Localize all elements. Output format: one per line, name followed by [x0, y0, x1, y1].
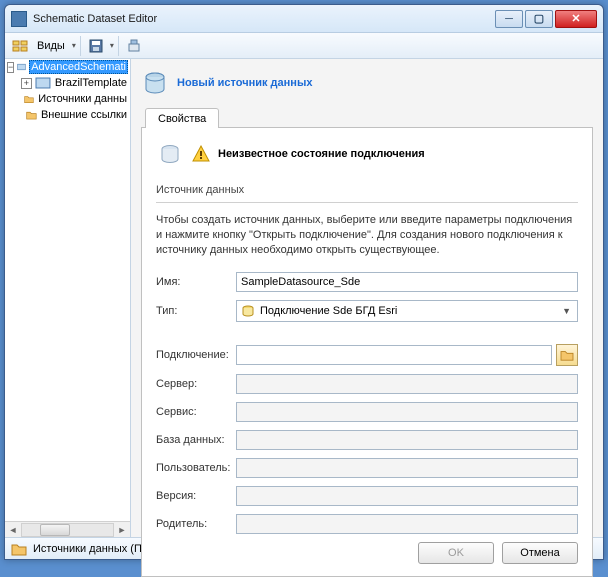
select-type[interactable]: Подключение Sde БГД Esri ▼ — [236, 300, 578, 322]
label-version: Версия: — [156, 490, 236, 502]
label-type: Тип: — [156, 305, 236, 317]
row-type: Тип: Подключение Sde БГД Esri ▼ — [156, 300, 578, 322]
scroll-track[interactable] — [21, 523, 114, 537]
close-button[interactable]: ✕ — [555, 10, 597, 28]
warning-row: Неизвестное состояние подключения — [156, 140, 578, 168]
tree-item-dataset[interactable]: − AdvancedSchemati — [5, 59, 130, 75]
input-parent — [236, 514, 578, 534]
scroll-thumb[interactable] — [40, 524, 70, 536]
row-name: Имя: — [156, 272, 578, 292]
tree-item-label: Источники данны — [37, 93, 128, 105]
tree-panel: − AdvancedSchemati + BrazilTemplate Исто… — [5, 59, 131, 537]
input-service — [236, 402, 578, 422]
views-icon[interactable] — [9, 35, 31, 57]
datasource-icon — [141, 69, 169, 97]
input-version — [236, 486, 578, 506]
row-service: Сервис: — [156, 402, 578, 422]
scroll-right-arrow[interactable]: ► — [114, 522, 130, 538]
toolbar: Виды ▾ ▾ — [5, 33, 603, 59]
views-dropdown-arrow[interactable]: ▾ — [71, 41, 76, 50]
properties-panel: Неизвестное состояние подключения Источн… — [141, 127, 593, 577]
button-row: OK Отмена — [156, 542, 578, 564]
folder-icon — [24, 92, 34, 106]
section-description: Чтобы создать источник данных, выберите … — [156, 213, 578, 258]
toolbar-separator — [80, 36, 81, 56]
warning-icon — [192, 145, 210, 163]
action-icon[interactable] — [123, 35, 145, 57]
folder-open-icon — [560, 349, 574, 361]
ok-button[interactable]: OK — [418, 542, 494, 564]
browse-button[interactable] — [556, 344, 578, 366]
tree-item-datasources[interactable]: Источники данны — [5, 91, 130, 107]
input-connection[interactable] — [236, 345, 552, 365]
expand-icon[interactable]: + — [21, 78, 32, 89]
row-connection: Подключение: — [156, 344, 578, 366]
tree-item-external-links[interactable]: Внешние ссылки — [5, 107, 130, 123]
label-name: Имя: — [156, 276, 236, 288]
warning-text: Неизвестное состояние подключения — [218, 148, 425, 160]
tab-properties[interactable]: Свойства — [145, 108, 219, 128]
input-database — [236, 430, 578, 450]
maximize-button[interactable]: ▢ — [525, 10, 553, 28]
views-label[interactable]: Виды — [33, 40, 69, 52]
save-button[interactable] — [85, 35, 107, 57]
main-panel: Новый источник данных Свойства Неизвестн… — [131, 59, 603, 537]
tree-item-label: BrazilTemplate — [54, 77, 128, 89]
collapse-icon[interactable]: − — [7, 62, 14, 73]
label-user: Пользователь: — [156, 462, 236, 474]
row-server: Сервер: — [156, 374, 578, 394]
folder-icon — [26, 108, 37, 122]
tabstrip: Свойства — [141, 107, 593, 127]
select-type-value: Подключение Sde БГД Esri — [260, 305, 559, 317]
label-server: Сервер: — [156, 378, 236, 390]
label-connection: Подключение: — [156, 349, 236, 361]
cancel-button[interactable]: Отмена — [502, 542, 578, 564]
row-parent: Родитель: — [156, 514, 578, 534]
section-title: Источник данных — [156, 180, 578, 196]
folder-icon — [11, 542, 27, 556]
titlebar[interactable]: Schematic Dataset Editor ─ ▢ ✕ — [5, 5, 603, 33]
datasource-header: Новый источник данных — [141, 65, 593, 101]
scroll-left-arrow[interactable]: ◄ — [5, 522, 21, 538]
label-database: База данных: — [156, 434, 236, 446]
tree-item-template[interactable]: + BrazilTemplate — [5, 75, 130, 91]
chevron-down-icon[interactable]: ▼ — [559, 306, 574, 316]
window-title: Schematic Dataset Editor — [33, 13, 495, 25]
row-version: Версия: — [156, 486, 578, 506]
connection-icon — [156, 140, 184, 168]
tree-item-label: AdvancedSchemati — [29, 60, 128, 74]
label-service: Сервис: — [156, 406, 236, 418]
save-dropdown-arrow[interactable]: ▾ — [109, 41, 114, 50]
window: Schematic Dataset Editor ─ ▢ ✕ Виды ▾ ▾ … — [4, 4, 604, 560]
label-parent: Родитель: — [156, 518, 236, 530]
db-type-icon — [240, 303, 256, 319]
toolbar-separator — [118, 36, 119, 56]
tree-item-label: Внешние ссылки — [40, 109, 128, 121]
input-user — [236, 458, 578, 478]
input-server — [236, 374, 578, 394]
divider — [156, 202, 578, 203]
content-split: − AdvancedSchemati + BrazilTemplate Исто… — [5, 59, 603, 537]
new-datasource-link[interactable]: Новый источник данных — [177, 77, 312, 89]
dataset-icon — [17, 60, 26, 74]
tree-horizontal-scrollbar[interactable]: ◄ ► — [5, 521, 130, 537]
minimize-button[interactable]: ─ — [495, 10, 523, 28]
app-icon — [11, 11, 27, 27]
row-user: Пользователь: — [156, 458, 578, 478]
input-name[interactable] — [236, 272, 578, 292]
row-database: База данных: — [156, 430, 578, 450]
template-icon — [35, 76, 51, 90]
